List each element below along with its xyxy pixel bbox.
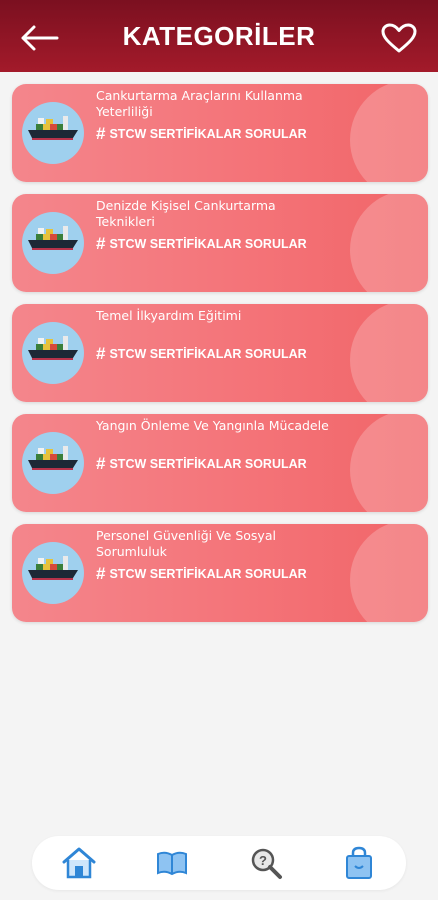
category-title: Temel İlkyardım Eğitimi bbox=[96, 308, 242, 323]
card-decoration bbox=[350, 414, 428, 512]
cargo-ship-icon bbox=[22, 322, 84, 384]
hashtag-icon: # bbox=[96, 344, 106, 363]
cargo-ship-icon bbox=[22, 102, 84, 164]
heart-outline-icon bbox=[381, 23, 417, 53]
category-title: Yangın Önleme Ve Yangınla Mücadele bbox=[96, 418, 329, 433]
favorites-button[interactable] bbox=[380, 22, 418, 54]
category-card[interactable]: Personel Güvenliği Ve Sosyal Sorumluluk … bbox=[12, 524, 428, 622]
category-tag: # STCW SERTİFİKALAR SORULAR bbox=[96, 454, 307, 473]
category-tag-label: STCW SERTİFİKALAR SORULAR bbox=[109, 347, 307, 361]
hashtag-icon: # bbox=[96, 454, 106, 473]
book-icon bbox=[157, 851, 188, 876]
nav-home-button[interactable] bbox=[59, 843, 99, 883]
category-tag-label: STCW SERTİFİKALAR SORULAR bbox=[109, 567, 307, 581]
category-tag: # STCW SERTİFİKALAR SORULAR bbox=[96, 564, 307, 583]
arrow-left-icon bbox=[21, 25, 59, 51]
category-tag: # STCW SERTİFİKALAR SORULAR bbox=[96, 124, 307, 143]
cargo-ship-icon bbox=[22, 432, 84, 494]
card-decoration bbox=[350, 194, 428, 292]
category-tag-label: STCW SERTİFİKALAR SORULAR bbox=[109, 237, 307, 251]
category-tag-label: STCW SERTİFİKALAR SORULAR bbox=[109, 127, 307, 141]
home-icon bbox=[62, 847, 96, 879]
nav-search-button[interactable]: ? bbox=[246, 843, 286, 883]
card-decoration bbox=[350, 84, 428, 182]
hashtag-icon: # bbox=[96, 234, 106, 253]
category-card[interactable]: Denizde Kişisel Cankurtarma Teknikleri #… bbox=[12, 194, 428, 292]
hashtag-icon: # bbox=[96, 564, 106, 583]
cargo-ship-icon bbox=[22, 542, 84, 604]
bottom-navigation: ? bbox=[32, 836, 406, 890]
page-title: KATEGORİLER bbox=[122, 20, 316, 51]
svg-text:?: ? bbox=[259, 853, 267, 868]
category-card[interactable]: Temel İlkyardım Eğitimi # STCW SERTİFİKA… bbox=[12, 304, 428, 402]
category-list: Cankurtarma Araçlarını Kullanma Yeterlil… bbox=[12, 84, 428, 634]
category-tag: # STCW SERTİFİKALAR SORULAR bbox=[96, 234, 307, 253]
category-tag-label: STCW SERTİFİKALAR SORULAR bbox=[109, 457, 307, 471]
nav-library-button[interactable] bbox=[152, 843, 192, 883]
category-title: Cankurtarma Araçlarını Kullanma Yeterlil… bbox=[96, 88, 303, 119]
category-card[interactable]: Yangın Önleme Ve Yangınla Mücadele # STC… bbox=[12, 414, 428, 512]
card-decoration bbox=[350, 524, 428, 622]
category-tag: # STCW SERTİFİKALAR SORULAR bbox=[96, 344, 307, 363]
cargo-ship-icon bbox=[22, 212, 84, 274]
card-decoration bbox=[350, 304, 428, 402]
shopping-bag-icon bbox=[346, 846, 373, 879]
back-button[interactable] bbox=[20, 24, 60, 52]
category-card[interactable]: Cankurtarma Araçlarını Kullanma Yeterlil… bbox=[12, 84, 428, 182]
search-question-icon: ? bbox=[251, 848, 282, 879]
hashtag-icon: # bbox=[96, 124, 106, 143]
category-title: Personel Güvenliği Ve Sosyal Sorumluluk bbox=[96, 528, 276, 559]
category-title: Denizde Kişisel Cankurtarma Teknikleri bbox=[96, 198, 276, 229]
nav-shop-button[interactable] bbox=[339, 843, 379, 883]
app-header: KATEGORİLER bbox=[0, 0, 438, 72]
